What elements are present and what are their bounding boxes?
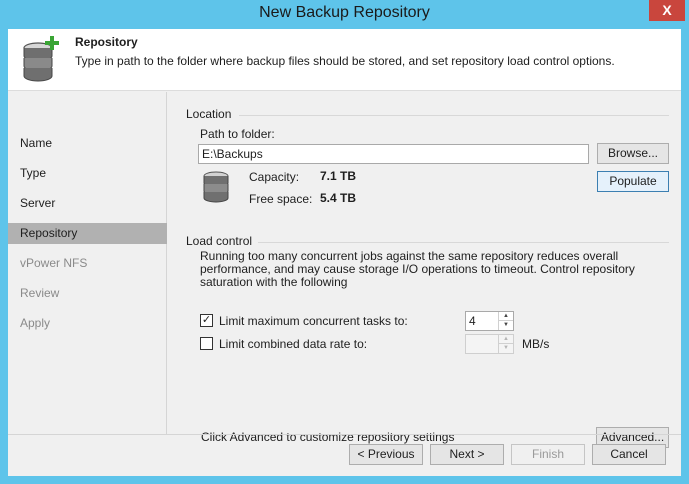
location-divider	[239, 115, 669, 116]
close-button[interactable]: X	[649, 0, 685, 21]
path-input[interactable]: E:\Backups	[198, 144, 589, 164]
finish-button: Finish	[511, 444, 585, 465]
rate-unit-label: MB/s	[522, 337, 550, 351]
free-space-value: 5.4 TB	[320, 191, 357, 205]
path-label: Path to folder:	[200, 127, 275, 141]
spin-up-icon: ▲	[499, 335, 513, 344]
previous-button[interactable]: < Previous	[349, 444, 423, 465]
close-icon: X	[662, 2, 672, 18]
title-bar[interactable]: New Backup Repository X	[0, 0, 689, 29]
step-repository[interactable]: Repository	[8, 223, 167, 244]
step-type[interactable]: Type	[8, 163, 167, 184]
capacity-value: 7.1 TB	[320, 169, 357, 183]
free-space-label: Free space:	[249, 192, 313, 206]
step-review: Review	[20, 286, 60, 300]
limit-rate-checkbox[interactable]	[200, 337, 213, 350]
load-control-description: Running too many concurrent jobs against…	[200, 249, 635, 289]
cancel-button[interactable]: Cancel	[592, 444, 666, 465]
spin-down-icon[interactable]: ▼	[499, 321, 513, 330]
limit-tasks-label: Limit maximum concurrent tasks to:	[219, 314, 408, 328]
window-title: New Backup Repository	[259, 4, 430, 21]
wizard-content: Location Path to folder: E:\Backups Brow…	[168, 92, 681, 448]
spin-up-icon[interactable]: ▲	[499, 312, 513, 321]
limit-rate-label: Limit combined data rate to:	[219, 337, 368, 351]
stepper-buttons: ▲ ▼	[498, 312, 513, 330]
concurrent-tasks-value: 4	[469, 314, 476, 328]
load-control-group-label: Load control	[186, 234, 253, 248]
wizard-steps-sidebar: Name Type Server Repository vPower NFS R…	[8, 92, 167, 434]
database-add-icon	[23, 36, 59, 82]
page-title: Repository	[75, 35, 138, 49]
step-name[interactable]: Name	[8, 133, 167, 154]
concurrent-tasks-stepper[interactable]: 4 ▲ ▼	[465, 311, 514, 331]
wizard-client-area: Repository Type in path to the folder wh…	[8, 29, 681, 476]
capacity-label: Capacity:	[249, 170, 300, 184]
wizard-window: New Backup Repository X Repository Type …	[0, 0, 689, 484]
database-icon	[203, 171, 229, 203]
wizard-header: Repository Type in path to the folder wh…	[8, 29, 681, 91]
browse-button[interactable]: Browse...	[597, 143, 669, 164]
data-rate-stepper: ▲ ▼	[465, 334, 514, 354]
next-button[interactable]: Next >	[430, 444, 504, 465]
advanced-hint: Click Advanced to customize repository s…	[201, 430, 455, 444]
limit-tasks-checkbox[interactable]: ✓	[200, 314, 213, 327]
load-control-divider	[258, 242, 669, 243]
stepper-buttons: ▲ ▼	[498, 335, 513, 353]
footer-divider	[8, 434, 681, 435]
populate-button[interactable]: Populate	[597, 171, 669, 192]
spin-down-icon: ▼	[503, 345, 509, 351]
step-server[interactable]: Server	[8, 193, 167, 214]
step-apply: Apply	[20, 316, 51, 330]
step-vpower-nfs: vPower NFS	[20, 256, 88, 270]
location-group-label: Location	[186, 107, 232, 121]
check-icon: ✓	[201, 314, 212, 326]
page-description: Type in path to the folder where backup …	[75, 54, 615, 68]
